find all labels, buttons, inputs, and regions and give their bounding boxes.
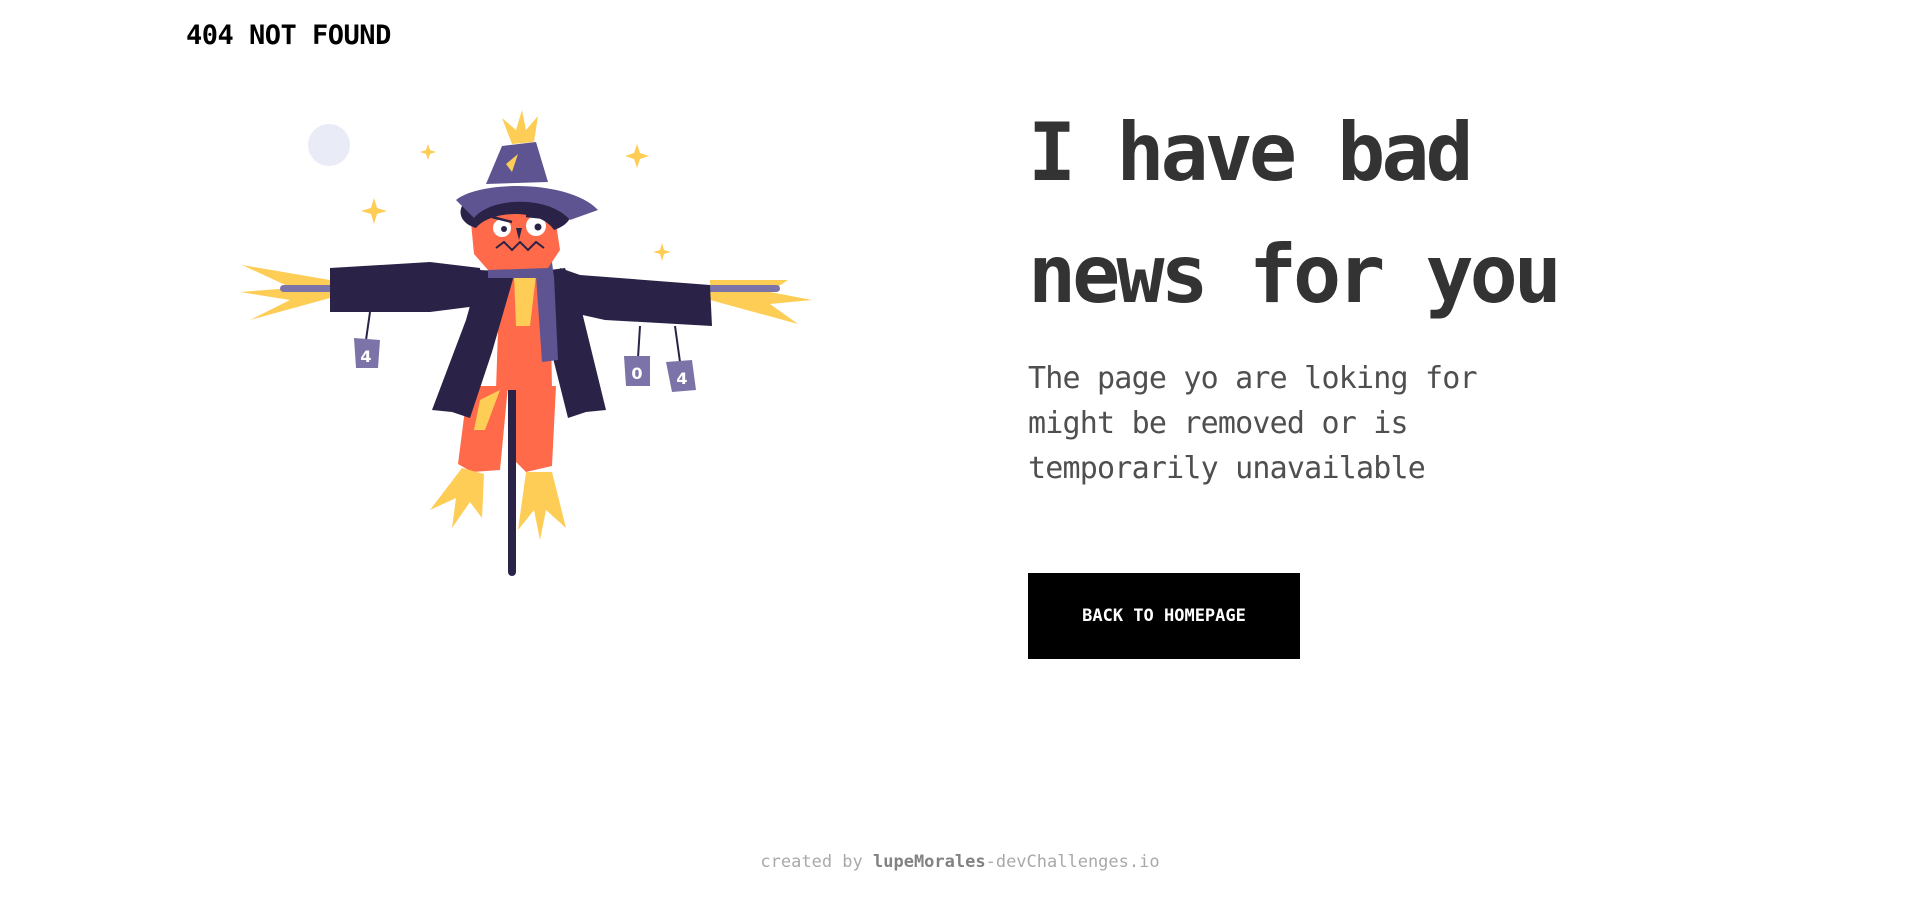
tin-can-icon: 4 <box>666 360 696 392</box>
page-description: The page yo are loking for might be remo… <box>1028 356 1588 491</box>
svg-text:4: 4 <box>360 347 371 366</box>
footer-prefix: created by <box>760 852 873 872</box>
footer-suffix: -devChallenges.io <box>985 852 1160 872</box>
pole <box>508 368 516 576</box>
svg-text:4: 4 <box>676 369 687 388</box>
straw-left <box>240 265 330 320</box>
footer-author-link[interactable]: lupeMorales <box>873 852 986 872</box>
tin-can-icon: 0 <box>624 356 650 386</box>
svg-text:0: 0 <box>631 364 642 383</box>
page-headline: I have bad news for you <box>1028 92 1668 336</box>
description-line: temporarily unavailable <box>1028 451 1426 486</box>
description-line: The page yo are loking for <box>1028 361 1478 396</box>
brand-logo: 404 NOT FOUND <box>186 20 391 51</box>
headline-line: news for you <box>1028 228 1562 321</box>
back-to-homepage-button[interactable]: BACK TO HOMEPAGE <box>1028 573 1300 659</box>
moon-icon <box>308 124 350 166</box>
tin-can-icon: 4 <box>354 338 380 368</box>
footer-credit: created by lupeMorales-devChallenges.io <box>0 852 1920 872</box>
headline-line: I have bad <box>1028 106 1474 199</box>
description-line: might be removed or is <box>1028 406 1409 441</box>
scarecrow-illustration: 4 0 4 <box>240 110 812 576</box>
